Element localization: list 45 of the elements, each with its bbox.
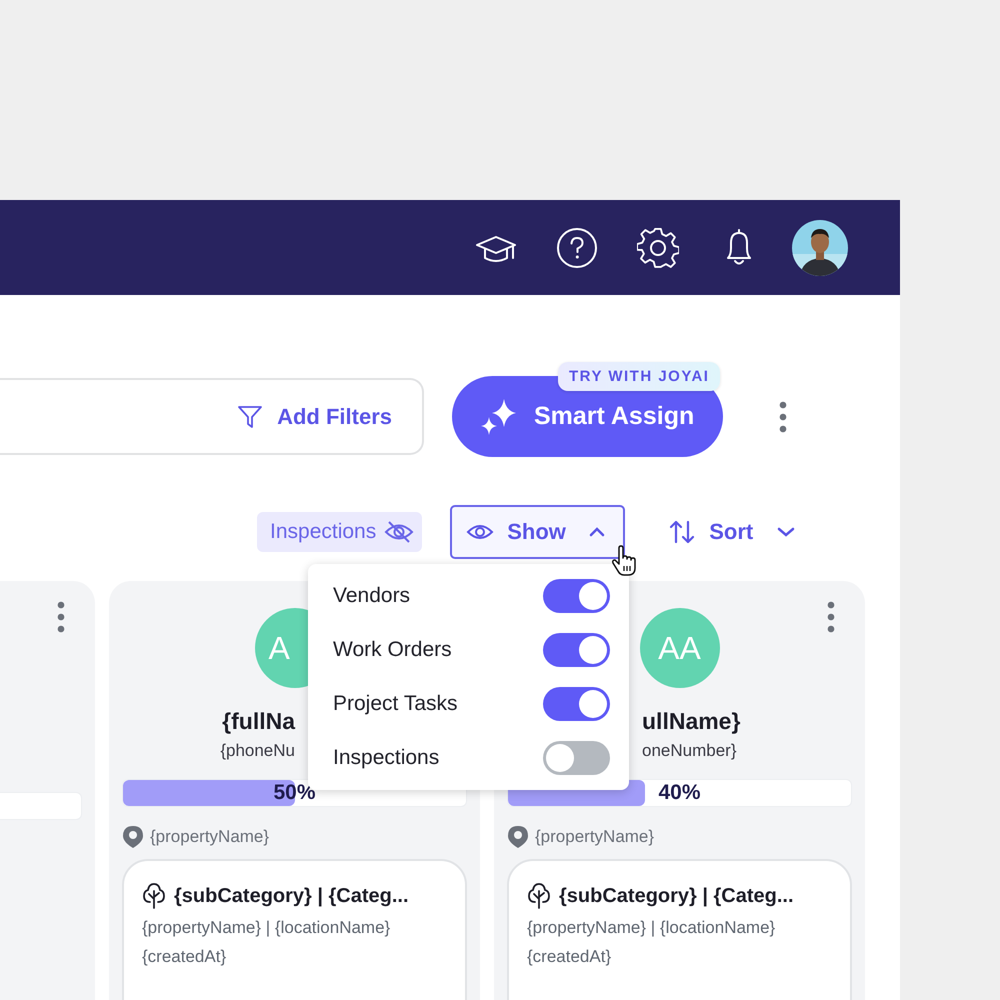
menu-item-label: Project Tasks — [333, 692, 458, 716]
phone-number: {phoneNu — [220, 741, 295, 760]
show-button[interactable]: Show — [450, 505, 626, 559]
filter-icon — [237, 404, 264, 430]
vendor-name: ullName} — [642, 708, 740, 734]
progress-label: 40% — [658, 781, 701, 805]
more-options-icon[interactable] — [779, 400, 787, 432]
item-title: {subCategory} | {Categ... — [174, 884, 409, 908]
tree-icon — [527, 883, 551, 909]
toggle-switch[interactable] — [543, 633, 610, 667]
menu-item-label: Work Orders — [333, 638, 452, 662]
toggle-switch[interactable] — [543, 579, 610, 613]
work-item-card[interactable]: {subCategory} | {Categ... {propertyName} | {locationName} {createdAt} — [122, 859, 467, 1000]
more-options-icon[interactable] — [827, 601, 835, 633]
caret-icon — [589, 527, 606, 537]
eye-off-icon — [384, 520, 414, 544]
chevron-down-icon — [777, 527, 796, 537]
try-badge: TRY WITH JOYAI — [558, 362, 720, 391]
item-location: {propertyName} | {locationName} — [142, 918, 392, 938]
avatar-initials: AA — [640, 608, 720, 688]
sort-button[interactable]: Sort — [669, 519, 796, 545]
toggle-switch[interactable] — [543, 687, 610, 721]
tree-icon — [142, 883, 166, 909]
item-date: {createdAt} — [527, 947, 612, 967]
sort-icon — [669, 520, 696, 544]
settings-icon[interactable] — [636, 226, 678, 268]
vendor-name: {fullNa — [222, 708, 295, 734]
menu-item-label: Inspections — [333, 746, 440, 770]
property-name: {propertyName} — [150, 827, 270, 847]
help-icon[interactable] — [556, 226, 598, 268]
more-options-icon[interactable] — [57, 601, 65, 633]
property-name: {propertyName} — [535, 827, 654, 847]
add-filters-button[interactable]: Add Filters — [237, 404, 392, 430]
item-date: {createdAt} — [142, 947, 228, 967]
location-pin-icon — [507, 825, 529, 849]
location-pin-icon — [122, 825, 144, 849]
menu-item-label: Vendors — [333, 584, 410, 608]
eye-icon — [466, 522, 494, 542]
phone-number: oneNumber} — [642, 741, 737, 760]
work-item-card[interactable]: {subCategory} | {Categ... {propertyName} | {locationName} {createdAt} — [507, 859, 852, 1000]
item-title: {subCategory} | {Categ... — [559, 884, 794, 908]
item-location: {propertyName} | {locationName} — [527, 918, 776, 938]
toggle-switch[interactable] — [543, 741, 610, 775]
filter-bar[interactable]: Add Filters — [0, 378, 424, 455]
hidden-filter-chip[interactable]: Inspections — [257, 512, 422, 552]
